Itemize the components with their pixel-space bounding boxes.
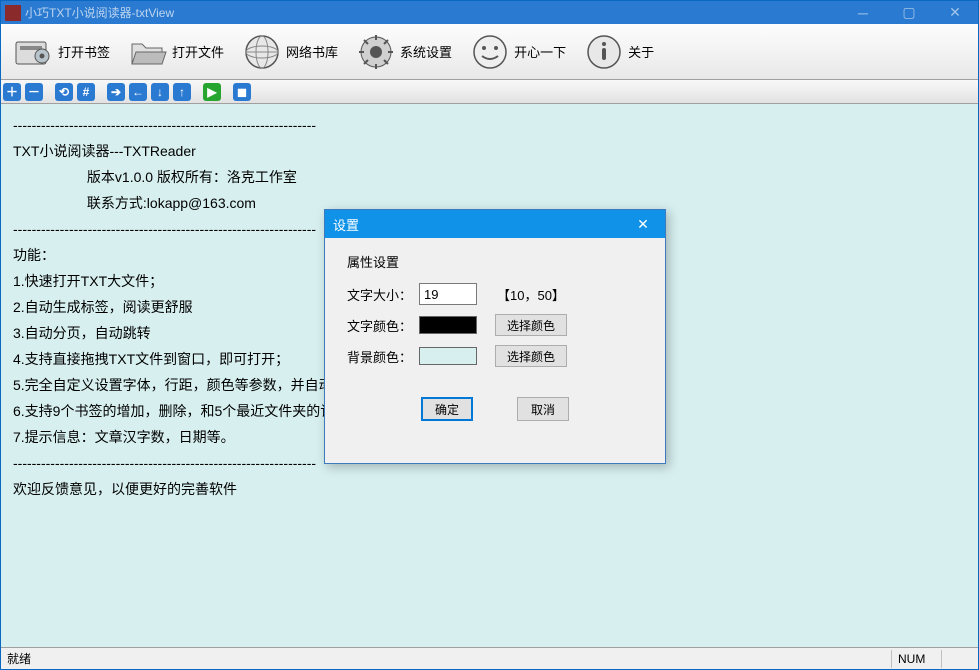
ok-button[interactable]: 确定	[421, 397, 473, 421]
status-ready: 就绪	[7, 650, 31, 667]
about-button[interactable]: 关于	[575, 27, 663, 77]
title-bar: 小巧TXT小说阅读器-txtView ─ ▢ ✕	[1, 1, 978, 24]
text-line: 版本v1.0.0 版权所有：洛克工作室	[13, 164, 966, 190]
font-color-swatch	[419, 316, 477, 334]
open-bookmark-button[interactable]: 打开书签	[5, 27, 119, 77]
bg-color-swatch	[419, 347, 477, 365]
font-size-input[interactable]	[419, 283, 477, 305]
add-icon[interactable]: ＋	[3, 83, 21, 101]
text-line: 欢迎反馈意见，以便更好的完善软件	[13, 476, 966, 502]
pick-font-color-button[interactable]: 选择颜色	[495, 314, 567, 336]
home-icon[interactable]: ⟲	[55, 83, 73, 101]
play-icon[interactable]: ▶	[203, 83, 221, 101]
settings-dialog: 设置 ✕ 属性设置 文字大小： 【10，50】 文字颜色： 选择颜色 背景颜色：…	[324, 209, 666, 464]
settings-icon	[354, 30, 398, 74]
pick-bg-color-button[interactable]: 选择颜色	[495, 345, 567, 367]
remove-icon[interactable]: －	[25, 83, 43, 101]
secondary-toolbar: ＋ － ⟲ # ➔ ← ↓ ↑ ▶ ◼	[1, 80, 978, 104]
dialog-title: 设置	[333, 215, 359, 234]
toolbar-label: 打开文件	[170, 42, 226, 61]
page-icon[interactable]: #	[77, 83, 95, 101]
toolbar-label: 开心一下	[512, 42, 568, 61]
dialog-title-bar: 设置 ✕	[325, 210, 665, 238]
arrow-right-icon[interactable]: ➔	[107, 83, 125, 101]
font-color-label: 文字颜色：	[347, 316, 419, 335]
smile-icon	[468, 30, 512, 74]
arrow-up-icon[interactable]: ↑	[173, 83, 191, 101]
status-bar: 就绪 NUM	[1, 647, 978, 669]
settings-button[interactable]: 系统设置	[347, 27, 461, 77]
main-toolbar: 打开书签 打开文件 网络书库 系统设置 开心一下	[1, 24, 978, 80]
font-size-hint: 【10，50】	[497, 285, 565, 304]
fun-button[interactable]: 开心一下	[461, 27, 575, 77]
web-library-icon	[240, 30, 284, 74]
group-label: 属性设置	[347, 252, 643, 271]
toolbar-label: 网络书库	[284, 42, 340, 61]
open-file-button[interactable]: 打开文件	[119, 27, 233, 77]
close-button[interactable]: ✕	[932, 1, 978, 24]
arrow-down-icon[interactable]: ↓	[151, 83, 169, 101]
about-icon	[582, 30, 626, 74]
bg-color-label: 背景颜色：	[347, 347, 419, 366]
maximize-button[interactable]: ▢	[886, 1, 932, 24]
open-file-icon	[126, 30, 170, 74]
cancel-button[interactable]: 取消	[517, 397, 569, 421]
toolbar-label: 关于	[626, 42, 656, 61]
open-bookmark-icon	[12, 30, 56, 74]
stop-icon[interactable]: ◼	[233, 83, 251, 101]
text-line: TXT小说阅读器---TXTReader	[13, 138, 966, 164]
toolbar-label: 系统设置	[398, 42, 454, 61]
minimize-button[interactable]: ─	[840, 1, 886, 24]
dialog-close-button[interactable]: ✕	[629, 210, 657, 238]
text-line: ----------------------------------------…	[13, 112, 966, 138]
arrow-left-icon[interactable]: ←	[129, 83, 147, 101]
status-num: NUM	[892, 650, 942, 668]
toolbar-label: 打开书签	[56, 42, 112, 61]
app-icon	[5, 5, 21, 21]
window-title: 小巧TXT小说阅读器-txtView	[25, 4, 174, 21]
web-library-button[interactable]: 网络书库	[233, 27, 347, 77]
font-size-label: 文字大小：	[347, 285, 419, 304]
